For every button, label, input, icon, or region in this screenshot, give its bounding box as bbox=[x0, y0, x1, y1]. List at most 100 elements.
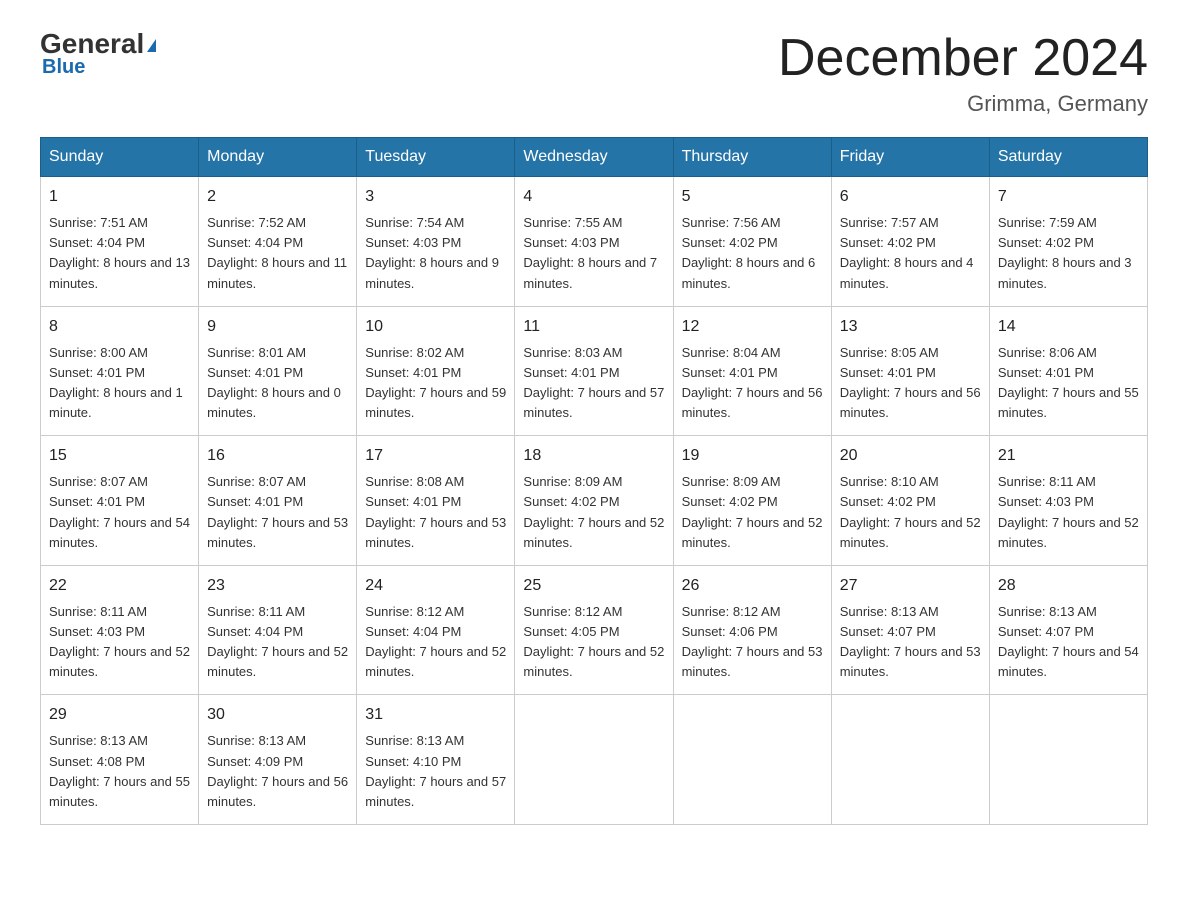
day-number: 12 bbox=[682, 315, 823, 339]
day-cell-10: 10 Sunrise: 8:02 AMSunset: 4:01 PMDayligh… bbox=[357, 306, 515, 436]
day-info: Sunrise: 8:11 AMSunset: 4:04 PMDaylight:… bbox=[207, 604, 348, 679]
day-number: 27 bbox=[840, 574, 981, 598]
day-number: 9 bbox=[207, 315, 348, 339]
col-header-sunday: Sunday bbox=[41, 138, 199, 177]
col-header-saturday: Saturday bbox=[989, 138, 1147, 177]
day-number: 25 bbox=[523, 574, 664, 598]
day-info: Sunrise: 8:07 AMSunset: 4:01 PMDaylight:… bbox=[207, 474, 348, 549]
day-info: Sunrise: 8:05 AMSunset: 4:01 PMDaylight:… bbox=[840, 345, 981, 420]
calendar-table: SundayMondayTuesdayWednesdayThursdayFrid… bbox=[40, 137, 1148, 825]
day-cell-29: 29Sunrise: 8:13 AMSunset: 4:08 PMDayligh… bbox=[41, 695, 199, 825]
day-info: Sunrise: 8:12 AMSunset: 4:05 PMDaylight:… bbox=[523, 604, 664, 679]
day-cell-31: 31 Sunrise: 8:13 AMSunset: 4:10 PMDayligh… bbox=[357, 695, 515, 825]
week-row-1: 1Sunrise: 7:51 AMSunset: 4:04 PMDaylight… bbox=[41, 177, 1148, 307]
day-cell-8: 8 Sunrise: 8:00 AMSunset: 4:01 PMDaylight… bbox=[41, 306, 199, 436]
day-cell-6: 6 Sunrise: 7:57 AMSunset: 4:02 PMDaylight… bbox=[831, 177, 989, 307]
day-info: Sunrise: 8:11 AMSunset: 4:03 PMDaylight:… bbox=[49, 604, 190, 679]
empty-cell bbox=[989, 695, 1147, 825]
day-cell-27: 27 Sunrise: 8:13 AMSunset: 4:07 PMDayligh… bbox=[831, 565, 989, 695]
location: Grimma, Germany bbox=[778, 91, 1148, 117]
col-header-tuesday: Tuesday bbox=[357, 138, 515, 177]
day-cell-26: 26Sunrise: 8:12 AMSunset: 4:06 PMDayligh… bbox=[673, 565, 831, 695]
day-info: Sunrise: 8:09 AMSunset: 4:02 PMDaylight:… bbox=[523, 474, 664, 549]
day-info: Sunrise: 8:10 AMSunset: 4:02 PMDaylight:… bbox=[840, 474, 981, 549]
empty-cell bbox=[831, 695, 989, 825]
week-row-5: 29Sunrise: 8:13 AMSunset: 4:08 PMDayligh… bbox=[41, 695, 1148, 825]
day-number: 17 bbox=[365, 444, 506, 468]
day-number: 5 bbox=[682, 185, 823, 209]
day-cell-30: 30 Sunrise: 8:13 AMSunset: 4:09 PMDayligh… bbox=[199, 695, 357, 825]
day-info: Sunrise: 7:56 AMSunset: 4:02 PMDaylight:… bbox=[682, 215, 816, 290]
day-number: 8 bbox=[49, 315, 190, 339]
title-block: December 2024 Grimma, Germany bbox=[778, 30, 1148, 117]
day-number: 26 bbox=[682, 574, 823, 598]
day-number: 19 bbox=[682, 444, 823, 468]
month-title: December 2024 bbox=[778, 30, 1148, 87]
day-number: 10 bbox=[365, 315, 506, 339]
day-info: Sunrise: 8:11 AMSunset: 4:03 PMDaylight:… bbox=[998, 474, 1139, 549]
day-info: Sunrise: 7:54 AMSunset: 4:03 PMDaylight:… bbox=[365, 215, 499, 290]
day-info: Sunrise: 7:55 AMSunset: 4:03 PMDaylight:… bbox=[523, 215, 657, 290]
day-number: 31 bbox=[365, 703, 506, 727]
day-number: 20 bbox=[840, 444, 981, 468]
day-cell-3: 3 Sunrise: 7:54 AMSunset: 4:03 PMDaylight… bbox=[357, 177, 515, 307]
day-cell-17: 17Sunrise: 8:08 AMSunset: 4:01 PMDayligh… bbox=[357, 436, 515, 566]
day-number: 3 bbox=[365, 185, 506, 209]
day-info: Sunrise: 8:13 AMSunset: 4:08 PMDaylight:… bbox=[49, 733, 190, 808]
day-cell-28: 28Sunrise: 8:13 AMSunset: 4:07 PMDayligh… bbox=[989, 565, 1147, 695]
logo-blue: Blue bbox=[42, 56, 85, 79]
day-info: Sunrise: 7:59 AMSunset: 4:02 PMDaylight:… bbox=[998, 215, 1132, 290]
day-info: Sunrise: 8:04 AMSunset: 4:01 PMDaylight:… bbox=[682, 345, 823, 420]
day-cell-14: 14 Sunrise: 8:06 AMSunset: 4:01 PMDayligh… bbox=[989, 306, 1147, 436]
day-info: Sunrise: 8:02 AMSunset: 4:01 PMDaylight:… bbox=[365, 345, 506, 420]
day-number: 16 bbox=[207, 444, 348, 468]
day-number: 13 bbox=[840, 315, 981, 339]
day-info: Sunrise: 8:09 AMSunset: 4:02 PMDaylight:… bbox=[682, 474, 823, 549]
day-info: Sunrise: 7:57 AMSunset: 4:02 PMDaylight:… bbox=[840, 215, 974, 290]
day-info: Sunrise: 7:51 AMSunset: 4:04 PMDaylight:… bbox=[49, 215, 190, 290]
day-cell-12: 12 Sunrise: 8:04 AMSunset: 4:01 PMDayligh… bbox=[673, 306, 831, 436]
day-number: 18 bbox=[523, 444, 664, 468]
day-info: Sunrise: 8:12 AMSunset: 4:04 PMDaylight:… bbox=[365, 604, 506, 679]
day-cell-25: 25 Sunrise: 8:12 AMSunset: 4:05 PMDayligh… bbox=[515, 565, 673, 695]
day-number: 6 bbox=[840, 185, 981, 209]
day-cell-1: 1Sunrise: 7:51 AMSunset: 4:04 PMDaylight… bbox=[41, 177, 199, 307]
day-info: Sunrise: 8:01 AMSunset: 4:01 PMDaylight:… bbox=[207, 345, 341, 420]
day-cell-23: 23 Sunrise: 8:11 AMSunset: 4:04 PMDayligh… bbox=[199, 565, 357, 695]
day-number: 4 bbox=[523, 185, 664, 209]
day-number: 23 bbox=[207, 574, 348, 598]
empty-cell bbox=[515, 695, 673, 825]
day-cell-11: 11Sunrise: 8:03 AMSunset: 4:01 PMDayligh… bbox=[515, 306, 673, 436]
day-cell-4: 4 Sunrise: 7:55 AMSunset: 4:03 PMDaylight… bbox=[515, 177, 673, 307]
day-cell-5: 5 Sunrise: 7:56 AMSunset: 4:02 PMDaylight… bbox=[673, 177, 831, 307]
week-row-3: 15Sunrise: 8:07 AMSunset: 4:01 PMDayligh… bbox=[41, 436, 1148, 566]
day-number: 14 bbox=[998, 315, 1139, 339]
day-info: Sunrise: 8:13 AMSunset: 4:10 PMDaylight:… bbox=[365, 733, 506, 808]
day-number: 7 bbox=[998, 185, 1139, 209]
page-header: General Blue December 2024 Grimma, Germa… bbox=[40, 30, 1148, 117]
day-info: Sunrise: 8:06 AMSunset: 4:01 PMDaylight:… bbox=[998, 345, 1139, 420]
logo: General Blue bbox=[40, 30, 156, 79]
day-number: 30 bbox=[207, 703, 348, 727]
day-cell-22: 22 Sunrise: 8:11 AMSunset: 4:03 PMDayligh… bbox=[41, 565, 199, 695]
col-header-monday: Monday bbox=[199, 138, 357, 177]
day-cell-21: 21 Sunrise: 8:11 AMSunset: 4:03 PMDayligh… bbox=[989, 436, 1147, 566]
day-number: 22 bbox=[49, 574, 190, 598]
day-info: Sunrise: 8:13 AMSunset: 4:09 PMDaylight:… bbox=[207, 733, 348, 808]
day-cell-16: 16 Sunrise: 8:07 AMSunset: 4:01 PMDayligh… bbox=[199, 436, 357, 566]
week-row-2: 8 Sunrise: 8:00 AMSunset: 4:01 PMDaylight… bbox=[41, 306, 1148, 436]
day-cell-13: 13 Sunrise: 8:05 AMSunset: 4:01 PMDayligh… bbox=[831, 306, 989, 436]
day-cell-15: 15Sunrise: 8:07 AMSunset: 4:01 PMDayligh… bbox=[41, 436, 199, 566]
day-cell-19: 19 Sunrise: 8:09 AMSunset: 4:02 PMDayligh… bbox=[673, 436, 831, 566]
logo-general: General bbox=[40, 30, 156, 58]
week-row-4: 22 Sunrise: 8:11 AMSunset: 4:03 PMDayligh… bbox=[41, 565, 1148, 695]
day-info: Sunrise: 8:00 AMSunset: 4:01 PMDaylight:… bbox=[49, 345, 183, 420]
empty-cell bbox=[673, 695, 831, 825]
day-cell-24: 24Sunrise: 8:12 AMSunset: 4:04 PMDayligh… bbox=[357, 565, 515, 695]
day-number: 21 bbox=[998, 444, 1139, 468]
day-info: Sunrise: 8:13 AMSunset: 4:07 PMDaylight:… bbox=[840, 604, 981, 679]
calendar-header-row: SundayMondayTuesdayWednesdayThursdayFrid… bbox=[41, 138, 1148, 177]
day-info: Sunrise: 7:52 AMSunset: 4:04 PMDaylight:… bbox=[207, 215, 347, 290]
day-cell-7: 7 Sunrise: 7:59 AMSunset: 4:02 PMDaylight… bbox=[989, 177, 1147, 307]
day-cell-2: 2Sunrise: 7:52 AMSunset: 4:04 PMDaylight… bbox=[199, 177, 357, 307]
